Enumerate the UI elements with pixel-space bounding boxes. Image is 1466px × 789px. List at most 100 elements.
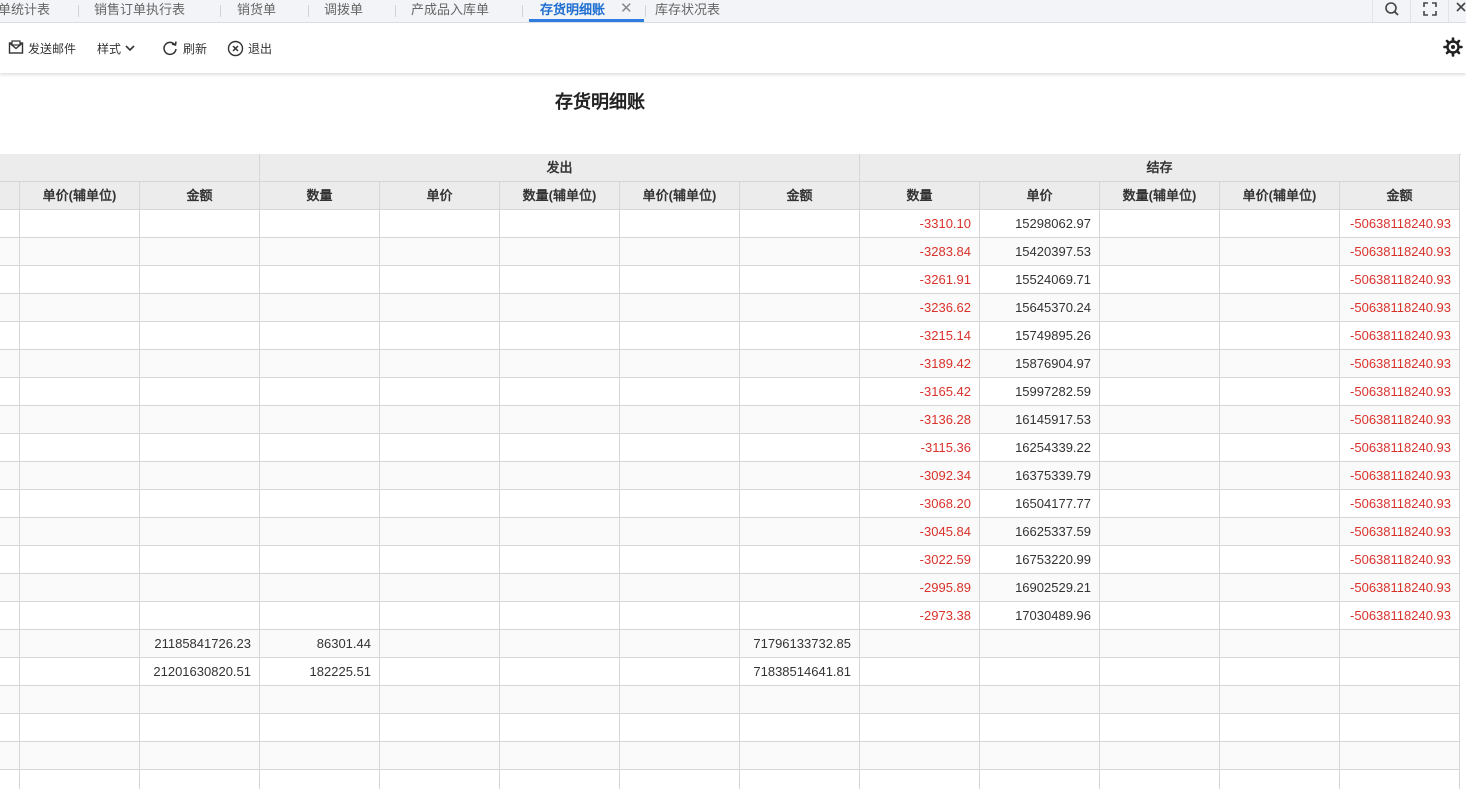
column-header[interactable]: 金额 [1340, 182, 1460, 210]
table-cell: 86301.44 [260, 630, 380, 658]
table-cell: -50638118240.93 [1340, 210, 1460, 238]
table-cell: -3310.10 [860, 210, 980, 238]
tab-finished-goods-receipt[interactable]: 产成品入库单 [411, 0, 489, 22]
table-cell: -3215.14 [860, 322, 980, 350]
table-cell [500, 238, 620, 266]
table-cell [1220, 210, 1340, 238]
table-cell [620, 574, 740, 602]
table-cell [500, 266, 620, 294]
table-cell: 71796133732.85 [740, 630, 860, 658]
settings-button[interactable] [1443, 37, 1466, 57]
column-header[interactable]: 单价 [980, 182, 1100, 210]
table-cell: -50638118240.93 [1340, 518, 1460, 546]
table-cell: -3165.42 [860, 378, 980, 406]
table-cell [140, 210, 260, 238]
close-window-button[interactable] [1448, 0, 1466, 22]
close-icon[interactable]: ✕ [620, 0, 633, 18]
table-cell [20, 742, 140, 770]
table-cell: 17030489.96 [980, 602, 1100, 630]
table-cell: -50638118240.93 [1340, 546, 1460, 574]
column-header[interactable]: 单价(辅单位) [20, 182, 140, 210]
table-cell [260, 266, 380, 294]
tab-inventory-status[interactable]: 库存状况表 [655, 0, 720, 22]
table-cell [620, 434, 740, 462]
table-cell [0, 322, 20, 350]
column-header[interactable]: 数量 [860, 182, 980, 210]
table-cell [380, 378, 500, 406]
column-header[interactable]: 数量(辅单位) [500, 182, 620, 210]
table-cell [620, 714, 740, 742]
table-cell [500, 658, 620, 686]
table-cell [1100, 378, 1220, 406]
table-cell [500, 770, 620, 789]
table-cell [260, 434, 380, 462]
fullscreen-icon [1423, 2, 1437, 16]
table-cell: -50638118240.93 [1340, 378, 1460, 406]
table-cell [260, 238, 380, 266]
table-cell [20, 630, 140, 658]
table-cell: -50638118240.93 [1340, 574, 1460, 602]
exit-label: 退出 [248, 41, 273, 56]
table-cell [740, 322, 860, 350]
table-cell [260, 210, 380, 238]
refresh-button[interactable]: 刷新 [161, 39, 207, 57]
table-cell [980, 658, 1100, 686]
table-cell [0, 546, 20, 574]
column-header[interactable]: 金额 [140, 182, 260, 210]
table-cell: -50638118240.93 [1340, 602, 1460, 630]
table-cell [620, 350, 740, 378]
table-cell [740, 210, 860, 238]
table-cell: -3045.84 [860, 518, 980, 546]
table-cell [140, 546, 260, 574]
table-cell: -50638118240.93 [1340, 238, 1460, 266]
send-email-button[interactable]: 发送邮件 [8, 39, 76, 57]
table-cell [0, 518, 20, 546]
chevron-down-icon [125, 45, 135, 52]
table-cell [20, 266, 140, 294]
column-header[interactable]: 单价 [380, 182, 500, 210]
table-cell [740, 350, 860, 378]
table-cell [1100, 462, 1220, 490]
tab-label: 销货单 [237, 2, 277, 17]
table-cell [20, 490, 140, 518]
search-button[interactable] [1372, 0, 1411, 22]
table-cell [1100, 742, 1220, 770]
table-cell [1100, 434, 1220, 462]
table-cell [1220, 378, 1340, 406]
tab-order-stats[interactable]: 单统计表 [0, 0, 50, 22]
exit-button[interactable]: 退出 [227, 39, 272, 57]
tab-label: 产成品入库单 [411, 2, 490, 17]
column-header[interactable]: 金额 [740, 182, 860, 210]
table-cell [740, 770, 860, 789]
group-header-blank [0, 154, 260, 182]
table-cell [740, 490, 860, 518]
table-cell: -3115.36 [860, 434, 980, 462]
search-icon [1385, 2, 1399, 16]
table-cell [620, 322, 740, 350]
tab-sales-order-execution[interactable]: 销售订单执行表 [94, 0, 185, 22]
table-cell [0, 602, 20, 630]
table-cell [260, 378, 380, 406]
table-cell [380, 574, 500, 602]
column-header[interactable]: 数量(辅单位) [1100, 182, 1220, 210]
column-header-partial [0, 182, 20, 210]
column-header[interactable]: 单价(辅单位) [1220, 182, 1340, 210]
column-header[interactable]: 单价(辅单位) [620, 182, 740, 210]
table-cell [1220, 490, 1340, 518]
column-header[interactable]: 数量 [260, 182, 380, 210]
table-cell [380, 434, 500, 462]
style-label: 样式 [97, 41, 122, 56]
table-cell [1220, 574, 1340, 602]
table-cell [20, 602, 140, 630]
fullscreen-button[interactable] [1410, 0, 1449, 22]
table-cell [1220, 266, 1340, 294]
group-header-issue: 发出 [260, 154, 860, 182]
tab-sales-delivery[interactable]: 销货单 [237, 0, 276, 22]
table-cell: -3189.42 [860, 350, 980, 378]
tab-transfer-order[interactable]: 调拨单 [324, 0, 363, 22]
table-cell [500, 294, 620, 322]
table-cell: -50638118240.93 [1340, 350, 1460, 378]
style-dropdown[interactable]: 样式 [97, 39, 136, 57]
table-cell [0, 462, 20, 490]
table-cell [740, 546, 860, 574]
